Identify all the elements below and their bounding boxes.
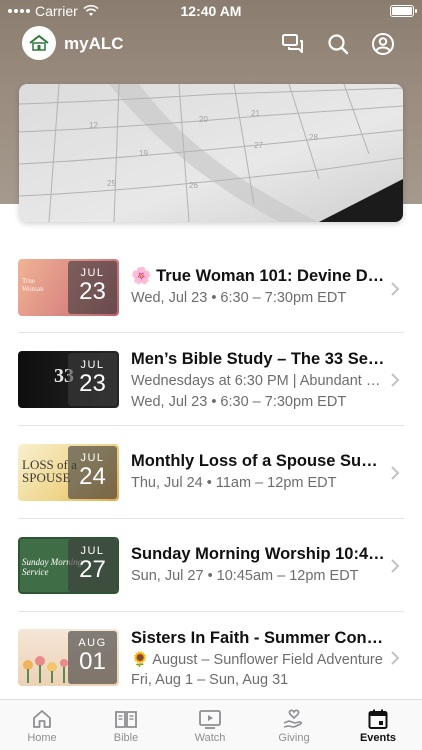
status-time: 12:40 AM	[180, 3, 242, 19]
event-thumbnail: LOSS of a SPOUSE JUL 24	[18, 444, 119, 501]
tab-watch-label: Watch	[194, 732, 226, 744]
event-day: 01	[79, 648, 106, 675]
svg-text:19: 19	[139, 149, 148, 158]
bible-icon	[115, 711, 137, 728]
svg-text:12: 12	[89, 121, 98, 130]
tab-home[interactable]: Home	[0, 700, 84, 750]
events-icon	[368, 709, 388, 729]
tab-events[interactable]: Events	[336, 700, 420, 750]
event-day: 24	[79, 463, 106, 490]
watch-icon	[199, 710, 221, 729]
event-thumbnail: AUG 01	[18, 629, 119, 686]
giving-icon	[283, 709, 303, 728]
event-item[interactable]: LOSS of a SPOUSE JUL 24 Monthly Loss of a…	[0, 426, 422, 519]
event-datetime: Wed, Jul 23 • 6:30 – 7:30pm EDT	[131, 394, 347, 410]
tab-watch[interactable]: Watch	[168, 700, 252, 750]
battery-icon	[390, 5, 417, 17]
profile-button[interactable]	[369, 30, 397, 58]
tab-giving[interactable]: Giving	[252, 700, 336, 750]
svg-text:27: 27	[254, 141, 263, 150]
event-title: Men’s Bible Study – The 33 Series	[131, 350, 385, 368]
chat-icon	[282, 34, 303, 53]
search-button[interactable]	[324, 30, 352, 58]
tab-bar: Home Bible Watch Giving Events	[0, 699, 422, 750]
event-datetime: Fri, Aug 1 – Sun, Aug 31	[131, 672, 289, 688]
event-datetime: Wed, Jul 23 • 6:30 – 7:30pm EDT	[131, 290, 347, 306]
event-emoji: 🌸	[131, 267, 152, 285]
home-icon	[33, 710, 51, 728]
tab-events-label: Events	[359, 732, 397, 744]
event-day: 23	[79, 370, 106, 397]
event-thumbnail: 33 JUL 23	[18, 351, 119, 408]
svg-text:20: 20	[199, 115, 208, 124]
status-bar: Carrier 12:40 AM	[0, 0, 422, 22]
chevron-right-icon	[391, 466, 400, 480]
event-title: Sisters In Faith - Summer Connect	[131, 629, 385, 647]
tab-giving-label: Giving	[278, 732, 310, 744]
event-item[interactable]: 33 JUL 23 Men’s Bible Study – The 33 Ser…	[0, 333, 422, 426]
chevron-right-icon	[391, 282, 400, 296]
chevron-right-icon	[391, 559, 400, 573]
messages-button[interactable]	[279, 30, 307, 58]
event-day: 23	[79, 278, 106, 305]
hero-banner-image[interactable]: 12 20 21 19 27 28 26 25	[19, 84, 403, 222]
church-logo[interactable]	[22, 26, 56, 60]
event-item[interactable]: Sunday Morning Service JUL 27 Sunday Morn…	[0, 519, 422, 612]
calendar-photo: 12 20 21 19 27 28 26 25	[19, 84, 403, 222]
event-location: Wednesdays at 6:30 PM | Abundant Life Ch…	[131, 373, 385, 389]
event-datetime: Thu, Jul 24 • 11am – 12pm EDT	[131, 475, 337, 491]
event-day: 27	[79, 556, 106, 583]
event-title: Monthly Loss of a Spouse Support Group	[131, 452, 385, 470]
app-header: myALC	[0, 26, 422, 62]
tab-bible-label: Bible	[113, 732, 139, 744]
chevron-right-icon	[391, 651, 400, 665]
app-title: myALC	[64, 34, 124, 53]
event-title: True Woman 101: Devine Design	[156, 267, 385, 285]
search-icon	[328, 34, 349, 55]
event-thumbnail: True Woman JUL 23	[18, 259, 119, 316]
event-item[interactable]: AUG 01 Sisters In Faith - Summer Connect…	[0, 612, 422, 705]
event-thumbnail: Sunday Morning Service JUL 27	[18, 537, 119, 594]
flowers-illustration	[23, 656, 68, 683]
church-logo-icon	[29, 34, 49, 51]
chevron-right-icon	[391, 373, 400, 387]
tab-home-label: Home	[27, 732, 57, 744]
event-title: Sunday Morning Worship 10:45am	[131, 545, 385, 563]
event-item[interactable]: True Woman JUL 23 🌸 True Woman 101: Devin…	[0, 240, 422, 333]
svg-text:25: 25	[107, 179, 116, 188]
event-datetime: Sun, Jul 27 • 10:45am – 12pm EDT	[131, 568, 359, 584]
svg-text:28: 28	[309, 133, 318, 142]
profile-icon	[372, 33, 394, 55]
event-subtitle: 🌻 August – Sunflower Field Adventure	[131, 652, 383, 668]
tab-bible[interactable]: Bible	[84, 700, 168, 750]
svg-text:26: 26	[189, 181, 198, 190]
svg-text:21: 21	[251, 109, 260, 118]
